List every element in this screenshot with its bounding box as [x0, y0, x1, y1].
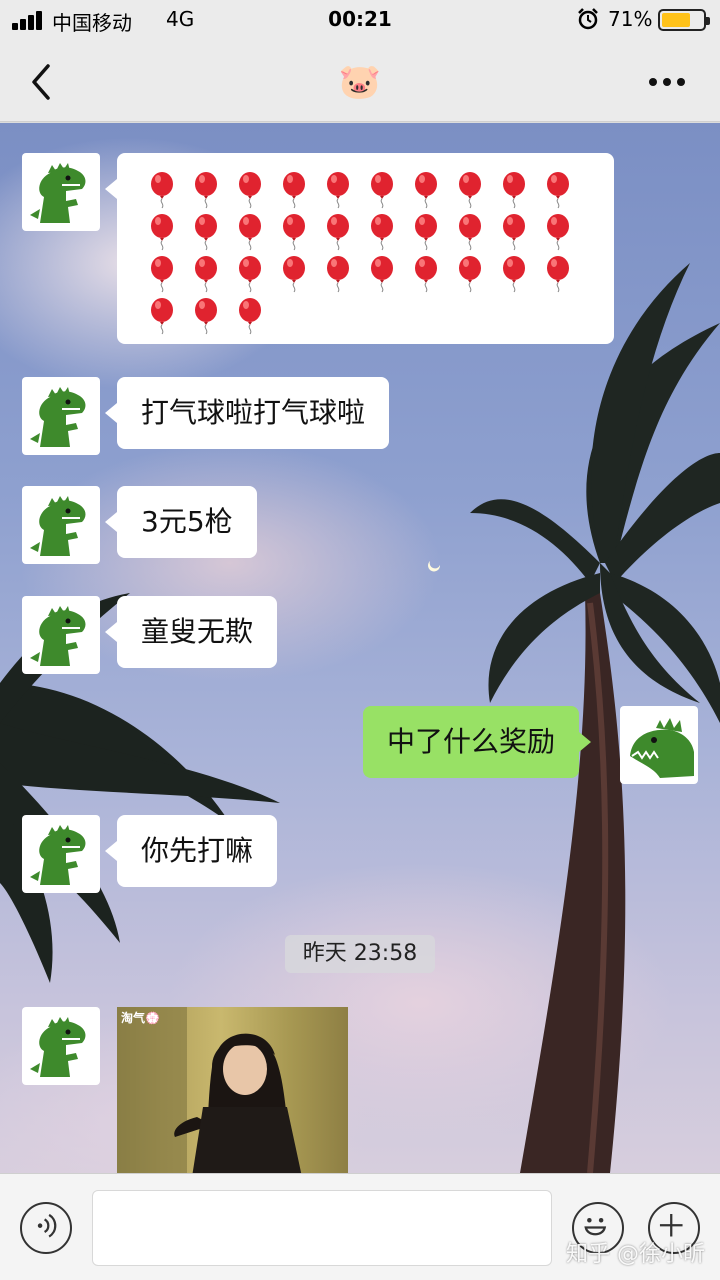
balloon-emoji — [187, 213, 231, 251]
balloon-emoji — [495, 171, 539, 209]
balloon-emoji — [495, 255, 539, 293]
balloon-emoji-grid — [143, 171, 593, 339]
message-bubble[interactable]: 你先打嘛 — [104, 815, 278, 887]
balloon-emoji — [363, 213, 407, 251]
balloon-emoji — [143, 213, 187, 251]
contact-avatar[interactable] — [22, 377, 100, 455]
balloon-emoji — [319, 255, 363, 293]
balloon-emoji — [231, 213, 275, 251]
balloon-emoji — [143, 171, 187, 209]
battery-icon — [658, 9, 710, 31]
dinosaur-avatar-icon — [30, 387, 86, 447]
input-bar: 知乎 @徐小昕 — [0, 1173, 720, 1280]
image-message[interactable]: 淘气💮 — [117, 1007, 348, 1173]
child-photo-image — [117, 1007, 302, 1173]
balloon-emoji — [319, 171, 363, 209]
balloon-emoji — [363, 171, 407, 209]
balloon-emoji — [451, 171, 495, 209]
contact-avatar[interactable] — [22, 153, 100, 231]
dinosaur-avatar-icon — [30, 163, 86, 223]
chat-header: 🐷 — [0, 42, 720, 122]
message-bubble[interactable]: 打气球啦打气球啦 — [104, 377, 390, 449]
balloon-emoji — [231, 297, 275, 335]
balloon-emoji — [231, 255, 275, 293]
balloon-emoji — [363, 255, 407, 293]
contact-avatar[interactable] — [22, 486, 100, 564]
balloon-emoji — [187, 297, 231, 335]
status-bar: 中国移动 4G 00:21 71% — [0, 0, 720, 42]
message-bubble[interactable]: 童叟无欺 — [104, 596, 278, 668]
balloon-emoji — [539, 255, 583, 293]
balloon-message-bubble[interactable] — [105, 153, 614, 344]
balloon-emoji — [143, 255, 187, 293]
outgoing-message-bubble[interactable]: 中了什么奖励 — [363, 706, 592, 778]
contact-avatar[interactable] — [22, 815, 100, 893]
balloon-emoji — [539, 213, 583, 251]
dinosaur-avatar-icon — [30, 1017, 86, 1077]
battery-percent: 71% — [608, 7, 653, 31]
balloon-emoji — [407, 171, 451, 209]
image-sticker-tag: 淘气💮 — [121, 1011, 160, 1025]
zhihu-watermark: 知乎 @徐小昕 — [566, 1242, 705, 1267]
timestamp-divider: 昨天 23:58 — [285, 935, 435, 973]
dinosaur-avatar-icon — [30, 825, 86, 885]
my-avatar[interactable] — [620, 706, 698, 784]
message-input[interactable] — [92, 1190, 552, 1266]
dinosaur-avatar-icon — [30, 606, 86, 666]
balloon-emoji — [451, 213, 495, 251]
contact-avatar[interactable] — [22, 596, 100, 674]
voice-icon[interactable] — [20, 1202, 72, 1254]
balloon-emoji — [451, 255, 495, 293]
message-bubble[interactable]: 3元5枪 — [105, 486, 257, 558]
balloon-emoji — [495, 213, 539, 251]
alarm-clock-icon — [578, 8, 598, 30]
balloon-emoji — [539, 171, 583, 209]
chat-area[interactable]: 打气球啦打气球啦 3元5枪 童叟无欺 中了什么奖励 你先打嘛 昨天 23:58 … — [0, 123, 720, 1173]
balloon-emoji — [275, 213, 319, 251]
balloon-emoji — [231, 171, 275, 209]
balloon-emoji — [319, 213, 363, 251]
more-dots-icon[interactable] — [642, 60, 692, 104]
contact-avatar[interactable] — [22, 1007, 100, 1085]
balloon-emoji — [143, 297, 187, 335]
dinosaur-avatar-icon — [30, 496, 86, 556]
chat-title: 🐷 — [338, 62, 382, 102]
dinosaur-head-avatar-icon — [630, 718, 694, 778]
balloon-emoji — [187, 255, 231, 293]
balloon-emoji — [275, 255, 319, 293]
balloon-emoji — [407, 213, 451, 251]
balloon-emoji — [187, 171, 231, 209]
balloon-emoji — [275, 171, 319, 209]
balloon-emoji — [407, 255, 451, 293]
